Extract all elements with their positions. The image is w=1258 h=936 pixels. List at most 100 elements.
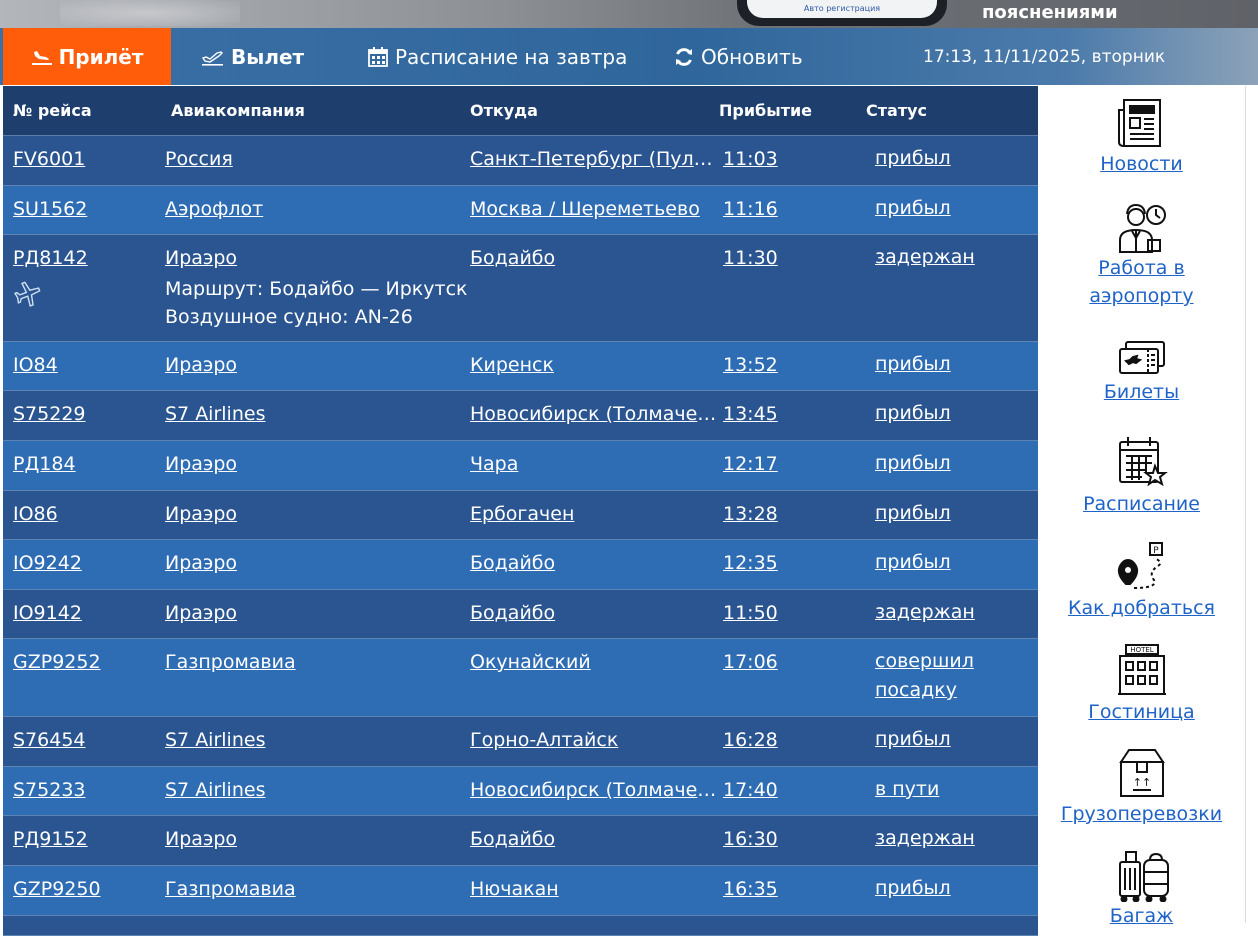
arrival-time-link[interactable]: 11:50 xyxy=(723,602,778,624)
origin-link[interactable]: Новосибирск (Толмачево) xyxy=(470,403,722,425)
flight-number-link[interactable]: IO86 xyxy=(13,503,58,525)
status-link[interactable]: прибыл xyxy=(875,194,1025,223)
box-arrows-text: ↑↑ xyxy=(1132,776,1150,789)
arrival-time-link[interactable]: 16:30 xyxy=(723,828,778,850)
airline-link[interactable]: Ираэро xyxy=(165,453,237,475)
sidebar-item-cargo[interactable]: ↑↑ Грузоперевозки xyxy=(1038,746,1245,828)
origin-link[interactable]: Нючакан xyxy=(470,878,722,900)
origin-link[interactable]: Бодайбо xyxy=(470,828,722,850)
flight-number-link[interactable]: S75233 xyxy=(13,779,86,801)
sidebar-item-tickets[interactable]: Билеты xyxy=(1038,338,1245,406)
origin-link[interactable]: Чара xyxy=(470,453,722,475)
banner-text: пояснениями xyxy=(982,2,1118,23)
sidebar-item-label: Новости xyxy=(1100,153,1183,175)
origin-link[interactable]: Москва / Шереметьево xyxy=(470,198,722,220)
arrival-time-link[interactable]: 11:16 xyxy=(723,198,778,220)
arrival-time-link[interactable]: 11:03 xyxy=(723,148,778,170)
flight-number-link[interactable]: FV6001 xyxy=(13,148,85,170)
status-link[interactable]: прибыл xyxy=(875,144,1025,173)
arrival-time-link[interactable]: 12:35 xyxy=(723,552,778,574)
sidebar-item-label: Работа в аэропорту xyxy=(1089,257,1194,307)
airline-link[interactable]: Ираэро xyxy=(165,503,237,525)
arrival-time-link[interactable]: 13:45 xyxy=(723,403,778,425)
table-header: № рейса Авиакомпания Откуда Прибытие Ста… xyxy=(3,86,1038,136)
flight-number-link[interactable]: GZP9250 xyxy=(13,878,101,900)
origin-link[interactable]: Киренск xyxy=(470,354,722,376)
table-row: РД184 Ираэро Чара 12:17 прибыл xyxy=(3,441,1038,491)
flight-number-link[interactable]: РД8142 xyxy=(13,247,88,269)
flight-number-link[interactable]: SU1562 xyxy=(13,198,87,220)
arrival-time-link[interactable]: 16:35 xyxy=(723,878,778,900)
status-link[interactable]: прибыл xyxy=(875,725,1025,754)
arrival-time-link[interactable]: 12:17 xyxy=(723,453,778,475)
origin-link[interactable]: Ербогачен xyxy=(470,503,722,525)
sidebar-item-label: Расписание xyxy=(1083,493,1200,515)
status-link[interactable]: прибыл xyxy=(875,548,1025,577)
origin-link[interactable]: Окунайский xyxy=(470,651,722,673)
sidebar-item-label: Гостиница xyxy=(1088,701,1195,723)
tickets-icon xyxy=(1038,338,1245,378)
origin-link[interactable]: Санкт-Петербург (Пулково) xyxy=(470,148,722,170)
refresh-button[interactable]: Обновить xyxy=(673,28,803,85)
arrival-time-link[interactable]: 13:52 xyxy=(723,354,778,376)
tab-departures-label: Вылет xyxy=(231,44,305,69)
status-link[interactable]: задержан xyxy=(875,824,1025,853)
origin-link[interactable]: Бодайбо xyxy=(470,552,722,574)
sidebar-item-schedule[interactable]: Расписание xyxy=(1038,434,1245,518)
airline-link[interactable]: Ираэро xyxy=(165,354,237,376)
arrival-time-link[interactable]: 16:28 xyxy=(723,729,778,751)
flight-number-link[interactable]: GZP9252 xyxy=(13,651,101,673)
origin-link[interactable]: Бодайбо xyxy=(470,602,722,624)
banner-decoration xyxy=(60,0,240,26)
status-link[interactable]: прибыл xyxy=(875,874,1025,903)
airline-link[interactable]: Газпромавиа xyxy=(165,651,296,673)
status-link[interactable]: прибыл xyxy=(875,499,1025,528)
airline-link[interactable]: Ираэро xyxy=(165,602,237,624)
flight-number-link[interactable]: IO9242 xyxy=(13,552,82,574)
flight-number-link[interactable]: IO84 xyxy=(13,354,58,376)
status-link[interactable]: прибыл xyxy=(875,399,1025,428)
phone-caption: Авто регистрация xyxy=(803,4,881,13)
flight-number-link[interactable]: РД184 xyxy=(13,453,76,475)
sidebar-item-directions[interactable]: P Как добраться xyxy=(1038,540,1245,622)
table-row: IO9142 Ираэро Бодайбо 11:50 задержан xyxy=(3,590,1038,639)
status-link[interactable]: задержан xyxy=(875,598,1025,627)
tab-tomorrow-schedule[interactable]: Расписание на завтра xyxy=(367,28,627,85)
airline-link[interactable]: S7 Airlines xyxy=(165,779,265,801)
airline-link[interactable]: S7 Airlines xyxy=(165,729,265,751)
status-link[interactable]: в пути xyxy=(875,775,1025,804)
airline-link[interactable]: Россия xyxy=(165,148,233,170)
status-link[interactable]: задержан xyxy=(875,243,1025,272)
airline-link[interactable]: Ираэро xyxy=(165,828,237,850)
origin-link[interactable]: Горно-Алтайск xyxy=(470,729,722,751)
arrival-time-link[interactable]: 17:40 xyxy=(723,779,778,801)
plane-landing-icon xyxy=(31,47,53,67)
flight-number-link[interactable]: IO9142 xyxy=(13,602,82,624)
tab-arrivals[interactable]: Прилёт xyxy=(3,28,171,85)
table-row-expanded: РД8142 Ираэро Бодайбо 11:30 задержан Мар… xyxy=(3,235,1038,342)
sidebar-item-hotel[interactable]: HOTEL Гостиница xyxy=(1038,642,1245,726)
airline-link[interactable]: Аэрофлот xyxy=(165,198,263,220)
table-row: S76454 S7 Airlines Горно-Алтайск 16:28 п… xyxy=(3,717,1038,767)
airline-link[interactable]: Газпромавиа xyxy=(165,878,296,900)
arrival-time-link[interactable]: 11:30 xyxy=(723,247,778,269)
sidebar-item-label: Билеты xyxy=(1103,381,1180,403)
status-link[interactable]: совершил посадку xyxy=(875,647,1025,705)
airline-link[interactable]: Ираэро xyxy=(165,552,237,574)
sidebar-item-jobs[interactable]: Работа в аэропорту xyxy=(1038,200,1245,310)
flight-number-link[interactable]: РД9152 xyxy=(13,828,88,850)
arrival-time-link[interactable]: 13:28 xyxy=(723,503,778,525)
status-link[interactable]: прибыл xyxy=(875,449,1025,478)
origin-link[interactable]: Новосибирск (Толмачево) xyxy=(470,779,722,801)
status-link[interactable]: прибыл xyxy=(875,350,1025,379)
airline-link[interactable]: Ираэро xyxy=(165,247,237,269)
arrival-time-link[interactable]: 17:06 xyxy=(723,651,778,673)
flight-number-link[interactable]: S75229 xyxy=(13,403,86,425)
flight-number-link[interactable]: S76454 xyxy=(13,729,86,751)
table-row: S75233 S7 Airlines Новосибирск (Толмачев… xyxy=(3,767,1038,816)
sidebar-item-baggage[interactable]: Багаж xyxy=(1038,848,1245,930)
tab-departures[interactable]: Вылет xyxy=(201,28,304,85)
origin-link[interactable]: Бодайбо xyxy=(470,247,722,269)
sidebar-item-news[interactable]: Новости xyxy=(1038,96,1245,178)
airline-link[interactable]: S7 Airlines xyxy=(165,403,265,425)
